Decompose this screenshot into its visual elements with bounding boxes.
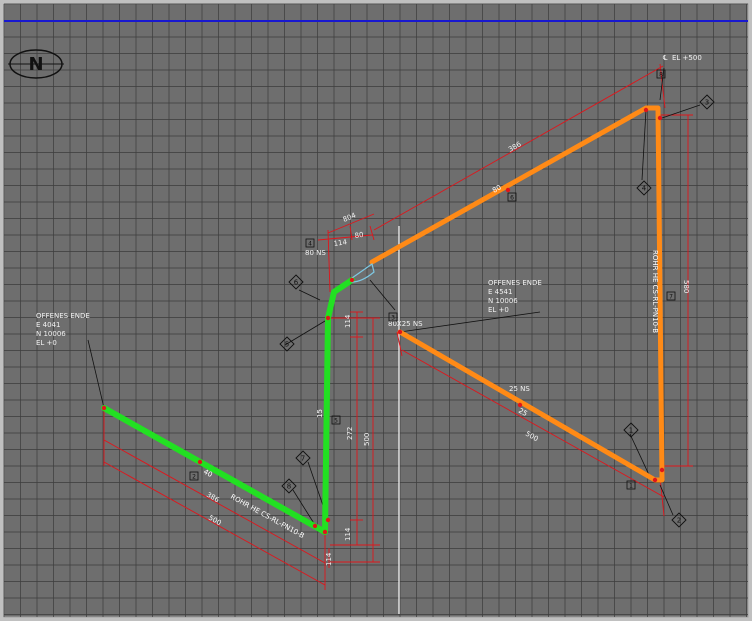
svg-text:7: 7 — [301, 455, 305, 463]
svg-text:3: 3 — [391, 315, 395, 322]
dim-272: 272 — [346, 427, 354, 440]
svg-text:2: 2 — [677, 517, 681, 525]
centerline-icon: ℄ — [663, 54, 668, 62]
svg-text:6: 6 — [294, 279, 299, 287]
svg-text:4: 4 — [642, 185, 647, 193]
svg-text:6: 6 — [510, 195, 514, 202]
green-value-15: 15 — [316, 409, 324, 418]
open-end-right-n: N 10006 — [488, 297, 518, 305]
dim-114-a: 114 — [344, 314, 352, 328]
dim-114-bottom: 114 — [325, 552, 333, 566]
dim-580: 580 — [682, 280, 690, 293]
dim-500-vert: 500 — [363, 433, 371, 446]
isometric-drawing: N OFFENES ENDE E 4041 N 10006 EL +0 OFFE… — [3, 3, 749, 618]
north-arrow-icon: N — [8, 49, 64, 79]
top-elevation-label: EL +500 — [672, 54, 702, 62]
svg-text:5: 5 — [285, 341, 289, 349]
svg-text:4: 4 — [308, 241, 312, 248]
dim-114-b: 114 — [344, 527, 352, 541]
svg-text:8: 8 — [659, 72, 663, 79]
open-end-left-e: E 4041 — [36, 321, 60, 329]
svg-text:2: 2 — [192, 474, 196, 481]
open-end-left-n: N 10006 — [36, 330, 66, 338]
svg-text:7: 7 — [669, 294, 673, 301]
size-80ns: 80 NS — [305, 249, 326, 257]
open-end-right-title: OFFENES ENDE — [488, 279, 542, 287]
drawing-area[interactable] — [3, 3, 749, 618]
open-end-left-title: OFFENES ENDE — [36, 312, 90, 320]
svg-text:5: 5 — [334, 418, 338, 425]
open-end-left-el: EL +0 — [36, 339, 57, 347]
svg-text:1: 1 — [629, 427, 633, 435]
svg-text:8: 8 — [287, 483, 291, 491]
open-end-right-e: E 4541 — [488, 288, 512, 296]
svg-text:3: 3 — [705, 99, 709, 107]
orange-spec-text: ROHR HE CS-RL-PN10-B — [651, 250, 659, 333]
drawing-window: N OFFENES ENDE E 4041 N 10006 EL +0 OFFE… — [0, 0, 752, 621]
open-end-right-el: EL +0 — [488, 306, 509, 314]
svg-text:1: 1 — [629, 483, 633, 490]
north-label: N — [28, 54, 43, 75]
size-25ns: 25 NS — [509, 385, 530, 393]
dim-80: 80 — [354, 231, 364, 240]
